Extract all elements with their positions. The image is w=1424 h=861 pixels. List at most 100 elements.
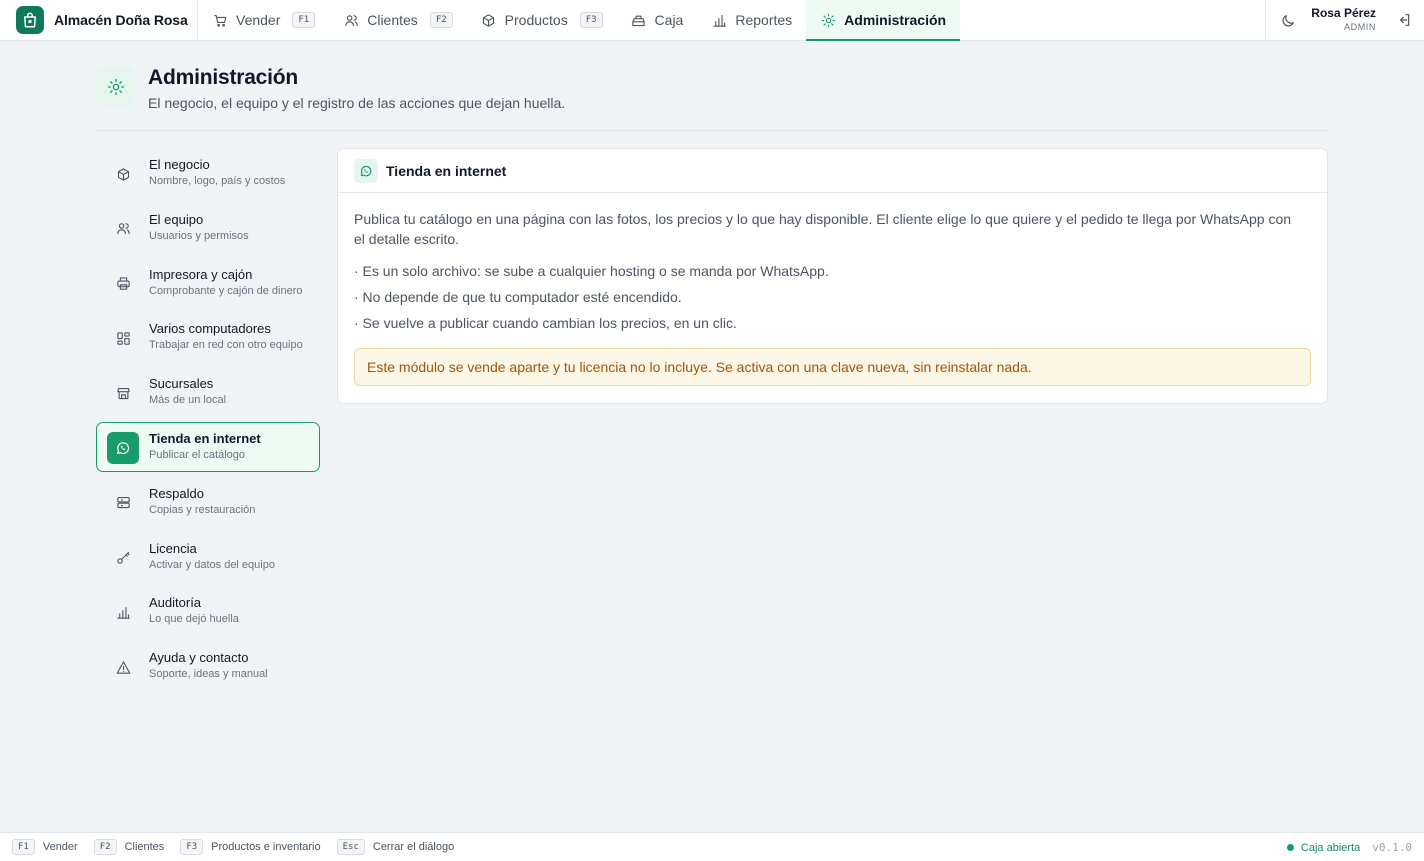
side-item-licencia[interactable]: Licencia Activar y datos del equipo: [96, 532, 320, 582]
cash-register-icon: [631, 12, 647, 28]
side-item-label: El equipo: [149, 211, 204, 227]
top-bar: Almacén Doña Rosa Vender F1 Clientes F2 …: [0, 0, 1424, 41]
brand[interactable]: Almacén Doña Rosa: [0, 0, 198, 40]
side-item-label: Respaldo: [149, 485, 204, 501]
status-bar: F1 Vender F2 Clientes F3 Productos e inv…: [0, 832, 1424, 861]
nav-reportes[interactable]: Reportes: [697, 0, 806, 40]
side-item-sub: Lo que dejó huella: [149, 613, 239, 626]
panel-description: Publica tu catálogo en una página con la…: [354, 211, 1292, 247]
side-item-sub: Activar y datos del equipo: [149, 558, 275, 571]
side-item-label: Sucursales: [149, 376, 214, 392]
nav-label: Vender: [236, 12, 281, 28]
tienda-panel: Tienda en internet Publica tu catálogo e…: [337, 148, 1328, 404]
status-right: Caja abierta v0.1.0: [1286, 833, 1412, 861]
side-item-respaldo[interactable]: Respaldo Copias y restauración: [96, 477, 320, 527]
user-role: ADMIN: [1344, 22, 1376, 32]
nav-label: Clientes: [367, 12, 418, 28]
nav-administracion[interactable]: Administración: [806, 0, 961, 41]
side-item-label: Ayuda y contacto: [149, 650, 249, 666]
side-item-sub: Usuarios y permisos: [149, 229, 249, 242]
side-item-sub: Nombre, logo, país y costos: [149, 175, 286, 187]
shortcut-key: Esc: [336, 839, 365, 855]
side-item-label: Tienda en internet: [149, 430, 261, 446]
side-item-label: Impresora y cajón: [149, 266, 253, 282]
side-item-negocio[interactable]: El negocio Nombre, logo, país y costos: [96, 148, 320, 198]
panel-header: Tienda en internet: [338, 149, 1327, 193]
shortcut-vender[interactable]: F1 Vender: [12, 839, 78, 855]
store-icon: [107, 377, 139, 409]
moon-icon[interactable]: [1280, 13, 1296, 29]
side-item-ayuda[interactable]: Ayuda y contacto Soporte, ideas y manual: [96, 641, 320, 691]
sun-gear-icon: [820, 12, 836, 28]
list-item: · Se vuelve a publicar cuando cambian lo…: [354, 315, 737, 331]
shortcut-productos[interactable]: F3 Productos e inventario: [180, 839, 321, 855]
nav-label: Productos: [504, 12, 568, 28]
side-item-sub: Copias y restauración: [149, 503, 256, 516]
nav-clientes[interactable]: Clientes F2: [329, 0, 466, 40]
key-icon: [107, 542, 139, 574]
sun-gear-icon: [96, 67, 135, 106]
side-item-sub: Más de un local: [149, 394, 227, 407]
shortcut-key: F2: [93, 839, 117, 855]
users-icon: [107, 213, 139, 245]
side-item-sucursales[interactable]: Sucursales Más de un local: [96, 367, 320, 417]
grid-icon: [107, 322, 139, 354]
side-item-label: Licencia: [149, 540, 197, 556]
whatsapp-icon: [354, 158, 378, 183]
list-item: · Es un solo archivo: se sube a cualquie…: [354, 263, 829, 279]
side-item-sub: Publicar el catálogo: [149, 448, 246, 461]
shortcut-label: Cerrar el diálogo: [372, 841, 455, 853]
whatsapp-icon: [107, 431, 139, 464]
page-title: Administración: [148, 66, 299, 89]
nav-label: Caja: [654, 12, 684, 28]
brand-name: Almacén Doña Rosa: [54, 12, 188, 28]
side-item-computadores[interactable]: Varios computadores Trabajar en red con …: [96, 312, 320, 362]
box-icon: [107, 158, 139, 190]
nav-productos[interactable]: Productos F3: [467, 0, 617, 40]
logout-icon[interactable]: [1396, 12, 1412, 28]
license-notice: Este módulo se vende aparte y tu licenci…: [354, 348, 1311, 386]
nav-caja[interactable]: Caja: [617, 0, 698, 40]
shortcut-label: Vender: [42, 841, 78, 853]
panel-title: Tienda en internet: [386, 162, 507, 179]
shortcut-badge: F2: [429, 12, 453, 28]
page-header: Administración El negocio, el equipo y e…: [96, 66, 1328, 131]
list-item: · No depende de que tu computador esté e…: [354, 289, 682, 305]
register-status: Caja abierta: [1300, 841, 1361, 854]
shortcut-badge: F3: [579, 12, 603, 28]
app-version: v0.1.0: [1372, 841, 1412, 854]
box-icon: [481, 12, 497, 28]
admin-side-menu: El negocio Nombre, logo, país y costos E…: [96, 148, 320, 696]
shortcut-label: Clientes: [124, 841, 165, 853]
cart-icon: [212, 12, 228, 28]
side-item-label: Varios computadores: [149, 321, 271, 337]
shortcut-clientes[interactable]: F2 Clientes: [93, 839, 165, 855]
shortcut-key: F1: [12, 839, 35, 855]
panel-body: Publica tu catálogo en una página con la…: [338, 193, 1327, 386]
shortcut-badge: F1: [292, 12, 316, 28]
status-dot: [1286, 844, 1294, 851]
user-info[interactable]: Rosa Pérez ADMIN: [1311, 6, 1376, 33]
archive-icon: [107, 487, 139, 519]
user-area: Rosa Pérez ADMIN: [1265, 0, 1424, 41]
bar-chart-icon: [711, 12, 727, 28]
side-item-impresora[interactable]: Impresora y cajón Comprobante y cajón de…: [96, 258, 320, 308]
nav-vender[interactable]: Vender F1: [198, 0, 329, 40]
feature-list: · Es un solo archivo: se sube a cualquie…: [354, 261, 1311, 333]
bar-chart-icon: [107, 596, 139, 628]
page-subtitle: El negocio, el equipo y el registro de l…: [148, 95, 566, 111]
side-item-auditoria[interactable]: Auditoría Lo que dejó huella: [96, 586, 320, 636]
nav-label: Administración: [844, 12, 947, 28]
side-item-equipo[interactable]: El equipo Usuarios y permisos: [96, 203, 320, 253]
main-nav: Vender F1 Clientes F2 Productos F3 Caja …: [198, 0, 961, 41]
side-item-label: Auditoría: [149, 595, 202, 611]
side-item-label: El negocio: [149, 157, 210, 172]
nav-label: Reportes: [735, 12, 793, 28]
shortcut-key: F3: [180, 839, 204, 855]
shopping-bag-icon: [16, 6, 44, 34]
shortcut-esc[interactable]: Esc Cerrar el diálogo: [336, 839, 455, 855]
printer-icon: [107, 268, 139, 300]
warning-icon: [107, 651, 139, 683]
user-name: Rosa Pérez: [1311, 6, 1376, 20]
side-item-tienda[interactable]: Tienda en internet Publicar el catálogo: [96, 421, 320, 472]
